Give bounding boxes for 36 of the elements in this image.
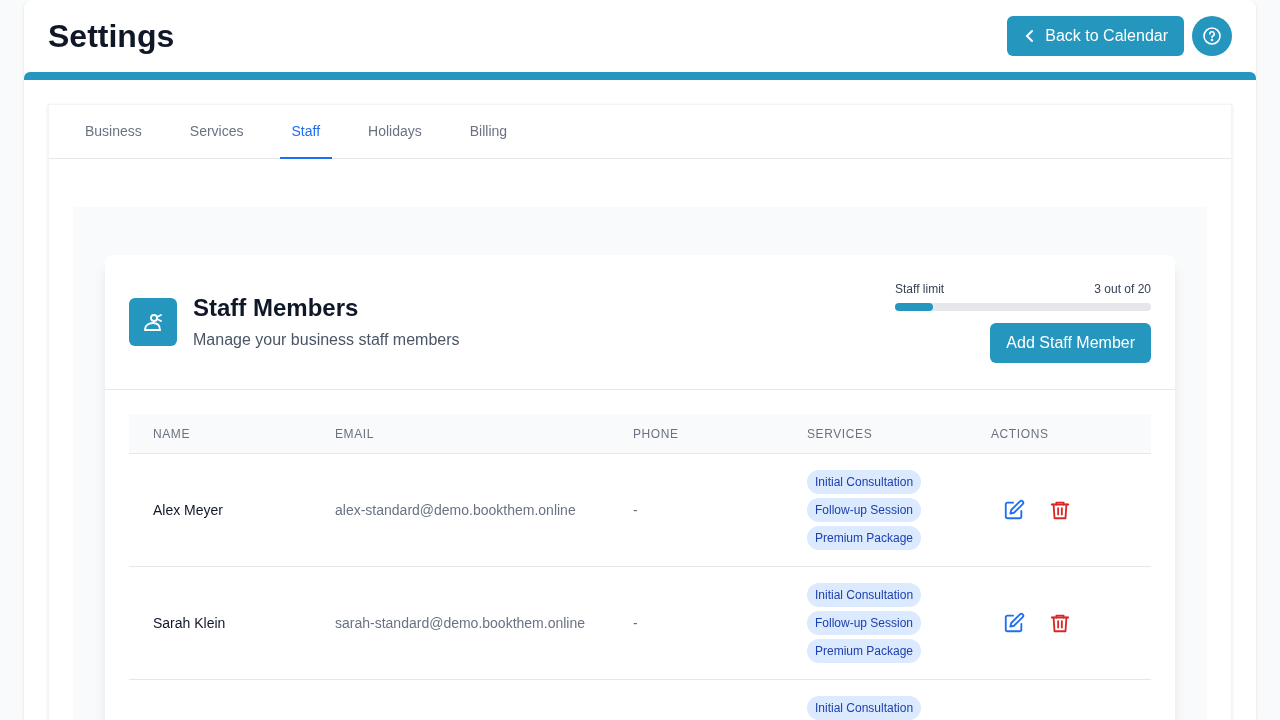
column-header: NAME bbox=[153, 425, 192, 442]
service-tag: Follow-up Session bbox=[807, 611, 922, 635]
service-tag: Follow-up Session bbox=[807, 498, 922, 522]
staff-phone: - bbox=[633, 614, 638, 633]
service-tag: Premium Package bbox=[807, 639, 922, 663]
service-tag: Initial Consultation bbox=[807, 470, 922, 494]
staff-phone: - bbox=[633, 501, 638, 520]
staff-name: Alex Meyer bbox=[153, 501, 224, 520]
column-header: PHONE bbox=[633, 425, 680, 442]
staff-name: Sarah Klein bbox=[153, 614, 226, 633]
service-tag: Initial Consultation bbox=[807, 583, 922, 607]
tab[interactable]: Services bbox=[177, 105, 256, 159]
edit-icon bbox=[1003, 612, 1025, 634]
tab[interactable]: Holidays bbox=[356, 105, 434, 159]
column-header: SERVICES bbox=[807, 425, 874, 442]
add-staff-member-button[interactable]: Add Staff Member bbox=[990, 323, 1151, 363]
column-header: ACTIONS bbox=[991, 425, 1050, 442]
page-title: Settings bbox=[48, 17, 175, 56]
tab[interactable]: Staff bbox=[279, 105, 333, 159]
trash-icon bbox=[1049, 499, 1071, 521]
column-header: EMAIL bbox=[335, 425, 375, 442]
edit-icon bbox=[1003, 499, 1025, 521]
staff-email: alex-standard@demo.bookthem.online bbox=[335, 501, 576, 520]
tab[interactable]: Business bbox=[73, 105, 154, 159]
staff-email: sarah-standard@demo.bookthem.online bbox=[335, 614, 586, 633]
help-button[interactable] bbox=[1192, 16, 1232, 56]
service-tag: Initial Consultation bbox=[807, 696, 922, 720]
back-to-calendar-button[interactable]: Back to Calendar bbox=[1007, 16, 1184, 56]
help-icon bbox=[1202, 26, 1222, 46]
panel-subtitle: Manage your business staff members bbox=[193, 330, 460, 350]
tab[interactable]: Billing bbox=[457, 105, 520, 159]
panel-title: Staff Members bbox=[193, 293, 360, 323]
staff-limit-label: Staff limit bbox=[895, 281, 945, 297]
staff-limit-reading: 3 out of 20 bbox=[1094, 281, 1151, 297]
service-tag: Premium Package bbox=[807, 526, 922, 550]
trash-icon bbox=[1049, 612, 1071, 634]
